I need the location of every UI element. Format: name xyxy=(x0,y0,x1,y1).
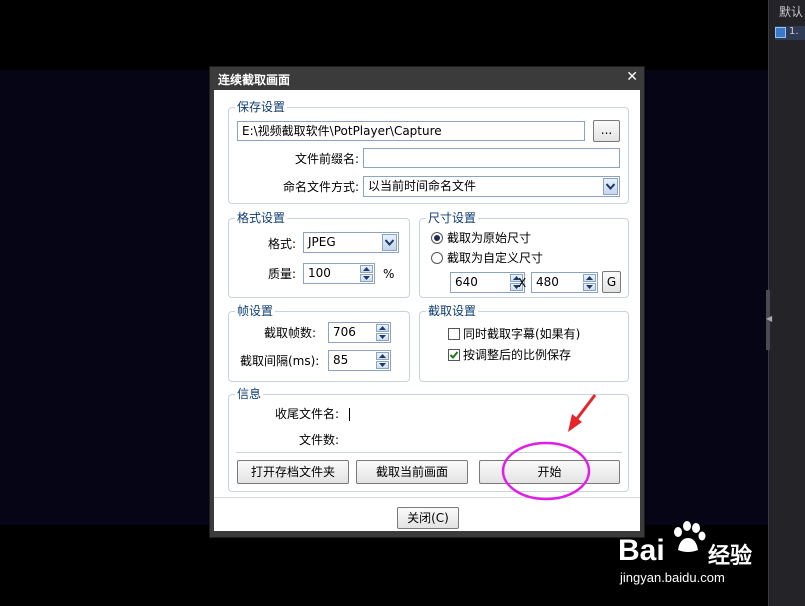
format-select-value: JPEG xyxy=(308,235,336,249)
dialog-client: 保存设置 E:\视频截取软件\PotPlayer\Capture ... 文件前… xyxy=(214,90,640,531)
ratio-checkbox[interactable] xyxy=(448,349,460,361)
quality-unit: % xyxy=(383,267,395,281)
quality-value: 100 xyxy=(308,266,331,280)
quality-label: 质量: xyxy=(268,267,297,281)
chevron-down-icon[interactable] xyxy=(603,178,618,195)
playlist-title[interactable]: 默认 xyxy=(779,3,803,20)
close-button[interactable]: 关闭(C) xyxy=(397,507,459,529)
height-stepper[interactable]: 480 xyxy=(531,272,598,293)
width-value: 640 xyxy=(455,275,478,289)
height-value: 480 xyxy=(536,275,559,289)
interval-value: 85 xyxy=(333,353,349,367)
original-size-radio[interactable] xyxy=(431,232,443,244)
interval-stepper[interactable]: 85 xyxy=(328,350,391,371)
format-select[interactable]: JPEG xyxy=(303,232,399,253)
subtitle-label[interactable]: 同时截取字幕(如果有) xyxy=(463,326,580,342)
spin-down-icon[interactable] xyxy=(360,274,373,282)
frame-settings-legend: 帧设置 xyxy=(235,304,276,318)
info-legend: 信息 xyxy=(235,387,264,401)
format-settings-legend: 格式设置 xyxy=(235,211,288,225)
save-path-field[interactable]: E:\视频截取软件\PotPlayer\Capture xyxy=(237,121,585,141)
playlist-panel: 默认 1. xyxy=(768,0,805,606)
width-stepper[interactable]: 640 xyxy=(450,272,525,293)
prefix-label: 文件前缀名: xyxy=(295,152,360,166)
playlist-item[interactable]: 1. xyxy=(775,26,805,40)
file-count-label: 文件数: xyxy=(299,433,340,447)
file-icon xyxy=(775,27,786,38)
info-divider xyxy=(236,452,622,453)
custom-size-radio[interactable] xyxy=(431,252,443,264)
chevron-down-icon[interactable] xyxy=(382,234,397,251)
format-label: 格式: xyxy=(268,237,297,251)
open-folder-button[interactable]: 打开存档文件夹 xyxy=(237,460,349,484)
spin-up-icon[interactable] xyxy=(360,265,373,273)
prefix-input[interactable] xyxy=(363,148,620,168)
playlist-item-label: 1. xyxy=(789,26,799,37)
capture-settings-legend: 截取设置 xyxy=(426,304,479,318)
collapse-arrow-icon[interactable]: ◀ xyxy=(766,314,772,323)
last-file-label: 收尾文件名: xyxy=(275,407,340,421)
quality-stepper[interactable]: 100 xyxy=(303,263,375,284)
naming-select-value: 以当前时间命名文件 xyxy=(368,179,477,193)
spin-up-icon[interactable] xyxy=(376,352,389,360)
text-caret xyxy=(349,408,350,421)
start-button[interactable]: 开始 xyxy=(479,460,620,484)
dialog-titlebar[interactable]: 连续截取画面 ✕ xyxy=(210,67,644,89)
continuous-capture-dialog: 连续截取画面 ✕ 保存设置 E:\视频截取软件\PotPlayer\Captur… xyxy=(209,66,645,538)
original-size-label[interactable]: 截取为原始尺寸 xyxy=(447,230,531,246)
ratio-label[interactable]: 按调整后的比例保存 xyxy=(463,347,571,363)
format-settings-group: 格式设置 xyxy=(228,211,410,298)
times-label: X xyxy=(518,276,527,290)
save-settings-legend: 保存设置 xyxy=(235,100,288,114)
subtitle-checkbox[interactable] xyxy=(448,328,460,340)
video-area-top xyxy=(0,0,768,70)
naming-label: 命名文件方式: xyxy=(283,180,360,194)
dialog-title: 连续截取画面 xyxy=(218,73,291,87)
spin-down-icon[interactable] xyxy=(376,333,389,341)
naming-select[interactable]: 以当前时间命名文件 xyxy=(363,176,620,197)
spin-down-icon[interactable] xyxy=(376,361,389,369)
frame-count-label: 截取帧数: xyxy=(264,326,317,340)
footer-divider xyxy=(214,497,640,498)
size-settings-legend: 尺寸设置 xyxy=(426,211,479,225)
frame-count-stepper[interactable]: 706 xyxy=(328,322,391,343)
spin-up-icon[interactable] xyxy=(583,274,596,282)
g-button[interactable]: G xyxy=(602,271,621,293)
interval-label: 截取间隔(ms): xyxy=(240,354,320,368)
spin-down-icon[interactable] xyxy=(583,283,596,291)
close-icon[interactable]: ✕ xyxy=(626,69,638,85)
spin-up-icon[interactable] xyxy=(376,324,389,332)
capture-current-button[interactable]: 截取当前画面 xyxy=(356,460,468,484)
frame-count-value: 706 xyxy=(333,325,356,339)
custom-size-label[interactable]: 截取为自定义尺寸 xyxy=(447,250,543,266)
browse-button[interactable]: ... xyxy=(593,120,620,142)
